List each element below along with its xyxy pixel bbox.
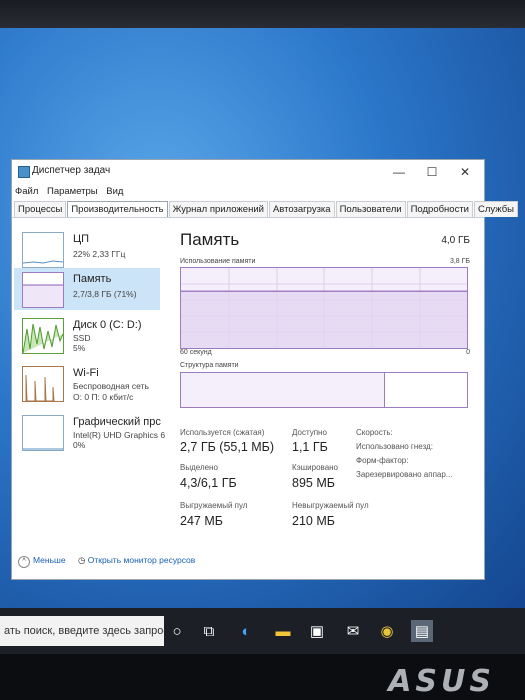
- maximize-button[interactable]: ☐: [417, 162, 447, 182]
- sidebar-item-detail: Беспроводная сеть: [73, 381, 149, 391]
- usage-graph-label: Использование памяти: [180, 258, 256, 265]
- in-use-label: Используется (сжатая): [180, 428, 265, 437]
- sidebar-item-detail: О: 0 П: 0 кбит/с: [73, 392, 134, 402]
- chrome-icon[interactable]: ◉: [376, 620, 398, 642]
- hardware-reserved-label: Зарезервировано аппар...: [356, 470, 453, 479]
- window-footer: ^ Меньше ◷ Открыть монитор ресурсов: [18, 555, 195, 568]
- minimize-button[interactable]: —: [384, 162, 414, 182]
- memory-sparkline: [22, 272, 64, 308]
- in-use-value: 2,7 ГБ (55,1 МБ): [180, 440, 275, 454]
- wifi-sparkline: [22, 366, 64, 402]
- composition-label: Структура памяти: [180, 362, 239, 369]
- window-title: Диспетчер задач: [32, 165, 111, 176]
- laptop-brand-logo: ASUS: [388, 664, 495, 699]
- graph-time-start: 60 секунд: [180, 349, 212, 356]
- sidebar-item-disk[interactable]: Диск 0 (C: D:) SSD 5%: [14, 314, 160, 356]
- cached-value: 895 МБ: [292, 476, 335, 490]
- sidebar-item-label: Графический прс: [73, 416, 161, 428]
- task-manager-icon[interactable]: ▤: [411, 620, 433, 642]
- sidebar-item-memory[interactable]: Память 2,7/3,8 ГБ (71%): [14, 268, 160, 310]
- tab-processes[interactable]: Процессы: [14, 201, 67, 217]
- chevron-up-icon[interactable]: ^: [18, 556, 30, 568]
- title-bar[interactable]: Диспетчер задач — ☐ ✕: [12, 160, 484, 184]
- memory-panel: Память 4,0 ГБ Использование памяти 3,8 Г…: [178, 222, 472, 542]
- tab-app-history[interactable]: Журнал приложений: [168, 201, 268, 217]
- task-manager-window: Диспетчер задач — ☐ ✕ Файл Параметры Вид…: [11, 159, 518, 580]
- paged-pool-label: Выгружаемый пул: [180, 501, 248, 510]
- graph-time-end: 0: [466, 349, 470, 356]
- total-memory: 4,0 ГБ: [441, 235, 470, 246]
- sidebar-item-cpu[interactable]: ЦП 22% 2,33 ГГц: [14, 228, 160, 270]
- tab-users[interactable]: Пользователи: [335, 201, 406, 217]
- memory-composition-bar: [180, 372, 468, 408]
- menu-bar: Файл Параметры Вид: [15, 186, 129, 197]
- menu-file[interactable]: Файл: [15, 186, 38, 197]
- sidebar-item-label: Диск 0 (C: D:): [73, 319, 142, 331]
- sidebar-item-detail: 2,7/3,8 ГБ (71%): [73, 289, 137, 299]
- tab-divider: [12, 217, 484, 218]
- screen-bezel-top: [0, 0, 525, 30]
- speed-label: Скорость:: [356, 428, 393, 437]
- sidebar-item-detail: 22% 2,33 ГГц: [73, 249, 126, 259]
- task-view-icon[interactable]: ⧉: [198, 620, 220, 642]
- form-factor-label: Форм-фактор:: [356, 456, 409, 465]
- task-manager-app-icon: [18, 166, 30, 178]
- usage-graph-max: 3,8 ГБ: [449, 258, 470, 265]
- sidebar-item-label: ЦП: [73, 233, 90, 245]
- sidebar-item-detail: 5%: [73, 343, 86, 353]
- resource-monitor-icon: ◷: [77, 555, 86, 565]
- sidebar-item-detail: 0%: [73, 440, 86, 450]
- sidebar-item-detail: Intel(R) UHD Graphics 6: [73, 430, 166, 440]
- committed-value: 4,3/6,1 ГБ: [180, 476, 237, 490]
- tab-details[interactable]: Подробности: [406, 201, 473, 217]
- committed-label: Выделено: [180, 463, 218, 472]
- cached-label: Кэшировано: [292, 463, 339, 472]
- cpu-sparkline: [22, 232, 64, 268]
- mail-icon[interactable]: ✉: [342, 620, 364, 642]
- store-icon[interactable]: ▣: [306, 620, 328, 642]
- paged-pool-value: 247 МБ: [180, 514, 223, 528]
- sidebar-item-detail: SSD: [73, 333, 91, 343]
- file-explorer-icon[interactable]: ▬: [272, 620, 294, 642]
- cortana-icon[interactable]: ○: [166, 620, 188, 642]
- fewer-details-link[interactable]: Меньше: [33, 555, 66, 565]
- tab-performance[interactable]: Производительность: [67, 201, 168, 217]
- menu-view[interactable]: Вид: [106, 186, 123, 197]
- tab-bar: Процессы Производительность Журнал прило…: [14, 201, 519, 217]
- available-label: Доступно: [292, 428, 327, 437]
- slots-used-label: Использовано гнезд:: [356, 442, 433, 451]
- edge-icon[interactable]: ◐: [235, 620, 257, 642]
- sidebar-item-label: Wi-Fi: [73, 367, 99, 379]
- memory-usage-graph: [180, 267, 468, 349]
- tab-startup[interactable]: Автозагрузка: [268, 201, 335, 217]
- tab-services[interactable]: Службы: [474, 201, 518, 217]
- panel-title: Память: [180, 230, 240, 249]
- nonpaged-pool-label: Невыгружаемый пул: [292, 501, 369, 510]
- taskbar-search-box[interactable]: ать поиск, введите здесь запрос: [0, 616, 164, 646]
- open-resource-monitor-link[interactable]: Открыть монитор ресурсов: [88, 555, 196, 565]
- sidebar-item-label: Память: [73, 273, 112, 285]
- sidebar-item-gpu[interactable]: Графический прс Intel(R) UHD Graphics 6 …: [14, 411, 165, 453]
- nonpaged-pool-value: 210 МБ: [292, 514, 335, 528]
- sidebar-item-wifi[interactable]: Wi-Fi Беспроводная сеть О: 0 П: 0 кбит/с: [14, 362, 160, 404]
- available-value: 1,1 ГБ: [292, 440, 328, 454]
- performance-sidebar: ЦП 22% 2,33 ГГц Память 2,7/3,8 ГБ (71%) …: [14, 222, 165, 542]
- menu-options[interactable]: Параметры: [47, 186, 98, 197]
- close-button[interactable]: ✕: [450, 162, 480, 182]
- gpu-sparkline: [22, 415, 64, 451]
- disk-sparkline: [22, 318, 64, 354]
